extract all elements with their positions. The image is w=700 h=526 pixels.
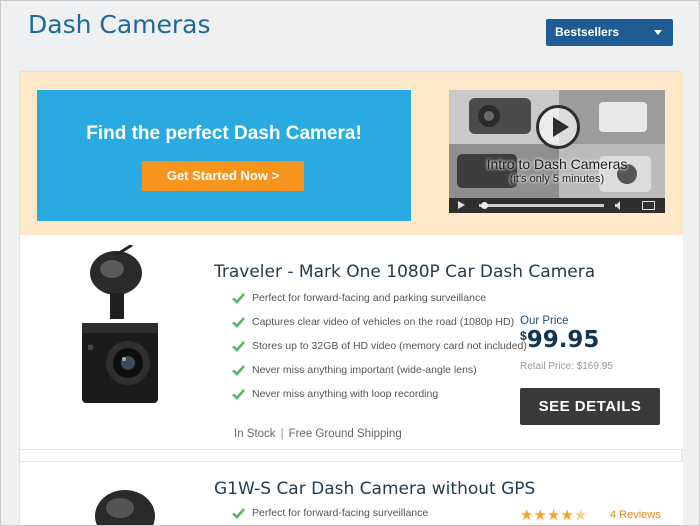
- product-card: G1W-S Car Dash Camera without GPS ★★★★★ …: [20, 461, 683, 526]
- product-title[interactable]: Traveler - Mark One 1080P Car Dash Camer…: [214, 262, 595, 282]
- price-block: Our Price $99.95 Retail Price: $169.95: [520, 315, 613, 372]
- feature-text: Perfect for forward-facing surveillance: [252, 507, 429, 519]
- video-title: Intro to Dash Cameras: [486, 156, 628, 172]
- finder-banner[interactable]: Find the perfect Dash Camera! Get Starte…: [37, 90, 411, 221]
- check-icon: [232, 317, 245, 328]
- banner-headline: Find the perfect Dash Camera!: [86, 123, 362, 144]
- feature-text: Captures clear video of vehicles on the …: [252, 316, 515, 328]
- rating-stars: ★★★★★: [520, 507, 587, 525]
- feature-list: Perfect for forward-facing surveillance: [232, 506, 429, 525]
- product-price: $99.95: [520, 327, 599, 353]
- check-icon: [232, 365, 245, 376]
- feature-item: Stores up to 32GB of HD video (memory ca…: [232, 339, 527, 363]
- chevron-down-icon: [654, 30, 662, 35]
- separator: |: [280, 428, 284, 440]
- feature-item: Captures clear video of vehicles on the …: [232, 315, 527, 339]
- check-icon: [232, 341, 245, 352]
- product-card: Traveler - Mark One 1080P Car Dash Camer…: [20, 235, 683, 450]
- product-image[interactable]: [72, 245, 164, 417]
- stock-status: In Stock: [234, 428, 276, 440]
- feature-text: Never miss anything with loop recording: [252, 388, 439, 400]
- star-icon: ★: [560, 507, 574, 524]
- check-icon: [232, 389, 245, 400]
- product-title[interactable]: G1W-S Car Dash Camera without GPS: [214, 479, 535, 499]
- sort-selected-label: Bestsellers: [555, 25, 620, 39]
- page-title: Dash Cameras: [28, 10, 211, 39]
- our-price-label: Our Price: [520, 315, 569, 327]
- video-subtitle: (it's only 5 minutes): [509, 173, 605, 185]
- availability-line: In Stock | Free Ground Shipping: [234, 428, 402, 440]
- feature-text: Stores up to 32GB of HD video (memory ca…: [252, 340, 527, 352]
- feature-item: Never miss anything important (wide-angl…: [232, 363, 527, 387]
- play-icon[interactable]: [536, 105, 580, 149]
- check-icon: [232, 508, 245, 519]
- feature-item: Perfect for forward-facing and parking s…: [232, 291, 527, 315]
- control-play-icon[interactable]: [458, 201, 465, 209]
- price-currency: $: [520, 329, 527, 343]
- intro-video-player[interactable]: Intro to Dash Cameras (it's only 5 minut…: [449, 90, 665, 213]
- promo-section: Find the perfect Dash Camera! Get Starte…: [20, 72, 683, 235]
- see-details-button[interactable]: SEE DETAILS: [520, 388, 660, 425]
- check-icon: [232, 293, 245, 304]
- video-progress-track[interactable]: [479, 204, 604, 207]
- product-list-panel: Find the perfect Dash Camera! Get Starte…: [19, 71, 683, 526]
- retail-price: Retail Price: $169.95: [520, 361, 613, 372]
- star-icon: ★: [546, 507, 561, 524]
- feature-list: Perfect for forward-facing and parking s…: [232, 291, 527, 411]
- shipping-info: Free Ground Shipping: [288, 428, 402, 440]
- star-icon: ★: [533, 507, 547, 524]
- half-star-icon: ★: [573, 507, 588, 524]
- video-progress-handle[interactable]: [481, 202, 488, 209]
- star-icon: ★: [520, 507, 534, 524]
- fullscreen-icon[interactable]: [642, 201, 655, 210]
- volume-icon[interactable]: [615, 201, 624, 210]
- page-frame: Dash Cameras Bestsellers Find the perfec…: [0, 0, 700, 526]
- video-controls: [449, 198, 665, 213]
- price-amount: 99.95: [526, 327, 600, 353]
- feature-item: Perfect for forward-facing surveillance: [232, 506, 429, 525]
- product-image[interactable]: [90, 472, 160, 526]
- feature-item: Never miss anything with loop recording: [232, 387, 527, 411]
- reviews-link[interactable]: 4 Reviews: [610, 509, 661, 521]
- sort-dropdown[interactable]: Bestsellers: [546, 19, 673, 46]
- feature-text: Perfect for forward-facing and parking s…: [252, 292, 487, 304]
- feature-text: Never miss anything important (wide-angl…: [252, 364, 477, 376]
- get-started-button[interactable]: Get Started Now >: [142, 161, 304, 191]
